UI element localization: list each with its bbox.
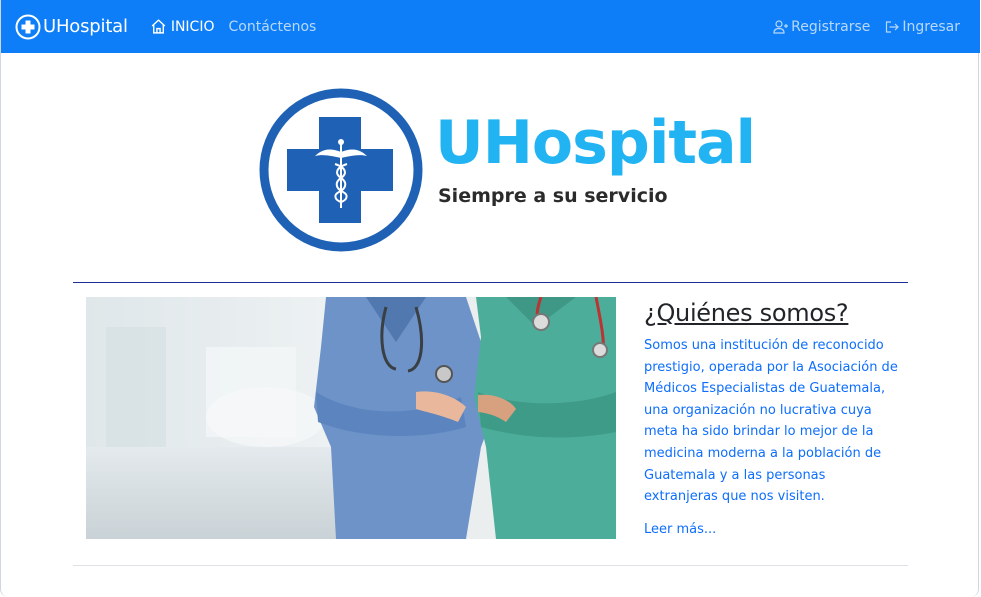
about-section: ¿Quiénes somos? Somos una institución de… [644, 297, 902, 537]
login-arrow-icon [886, 20, 900, 33]
nav-account: Registrarse Ingresar [773, 19, 960, 35]
doctors-photo [86, 297, 616, 539]
nav-login[interactable]: Ingresar [884, 19, 960, 35]
nav-contact[interactable]: Contáctenos [228, 19, 316, 35]
about-description: Somos una institución de reconocido pres… [644, 338, 898, 505]
nav-login-label: Ingresar [902, 18, 960, 35]
nav-register-label: Registrarse [791, 18, 871, 35]
nav-home[interactable]: INICIO [150, 18, 215, 35]
nav-home-label: INICIO [170, 18, 215, 35]
house-icon [151, 19, 166, 34]
logo-title: UHospital [435, 108, 756, 178]
medical-cross-icon [15, 14, 41, 39]
nav-contact-label: Contáctenos [228, 18, 317, 35]
brand-link[interactable]: UHospital [15, 14, 128, 40]
brand-name: UHospital [43, 16, 128, 37]
about-title: ¿Quiénes somos? [644, 299, 849, 327]
section-divider [73, 282, 908, 283]
footer-divider [73, 565, 908, 566]
navbar: UHospital INICIO Contáctenos Registrarse [1, 0, 980, 53]
page-frame: UHospital INICIO Contáctenos Registrarse [0, 0, 980, 597]
hospital-logo: UHospital Siempre a su servicio [257, 86, 757, 254]
logo-subtitle: Siempre a su servicio [438, 185, 668, 207]
medical-cross-icon [259, 88, 423, 252]
nav-register[interactable]: Registrarse [773, 19, 870, 35]
read-more-link[interactable]: Leer más... [644, 522, 716, 537]
person-plus-icon [773, 19, 789, 34]
